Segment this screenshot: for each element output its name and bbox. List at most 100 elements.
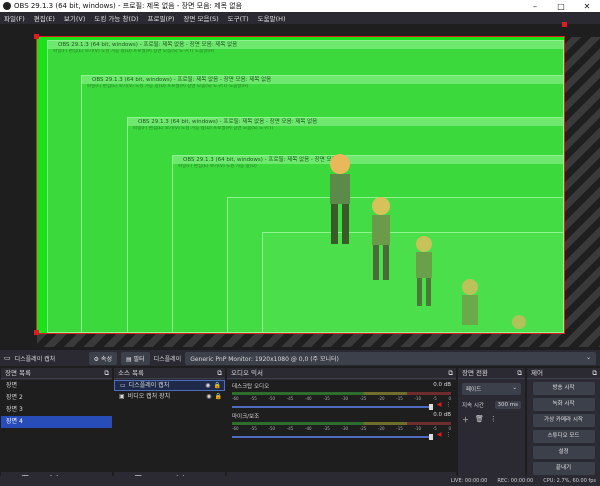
mixer-track: 데스크탑 오디오 0.0 dB -60 -55 -50 -45 -40 -35 -30 -25-… [227,380,456,410]
scenes-header: 장면 목록 [5,369,31,377]
close-button[interactable]: ✕ [574,2,600,11]
start-streaming-button[interactable]: 방송 시작 [532,382,595,395]
dock-undock-icon[interactable]: ⧉ [448,368,453,378]
scene-item[interactable]: 장면 3 [1,404,112,416]
properties-button[interactable]: ⚙ 속성 [88,351,117,365]
controls-dock: 제어 ⧉ 방송 시작 녹화 시작 가상 카메라 시작 스튜디오 모드 설정 끝내기 [526,368,600,486]
lock-icon[interactable]: 🔒 [214,380,224,391]
duration-label: 지속 시간 [462,403,484,409]
dock-undock-icon[interactable]: ⧉ [104,368,109,378]
preview-canvas[interactable]: OBS 29.1.3 (64 bit, windows) - 프로필: 제목 없… [37,37,564,333]
transition-menu-icon[interactable]: ⋮ [490,415,497,425]
track-name: 마이크/보조 [232,414,260,420]
volume-meter [232,422,451,425]
character-figure-2 [372,197,390,280]
scene-item-selected[interactable]: 장면 4 [1,416,112,428]
resize-handle-top-right[interactable] [562,22,567,27]
duration-input[interactable]: 300 ms [494,401,521,409]
dock-undock-icon[interactable]: ⧉ [592,368,597,378]
eye-icon[interactable]: ◉ [205,380,210,391]
start-recording-button[interactable]: 녹화 시작 [532,398,595,411]
dock-undock-icon[interactable]: ⧉ [217,368,222,378]
maximize-button[interactable]: □ [548,2,574,11]
dock-undock-icon[interactable]: ⧉ [517,368,522,378]
speaker-icon[interactable]: ◀ [437,431,442,438]
menu-docks[interactable]: 도킹 가능 창(D) [94,13,138,23]
sources-dock: 소스 목록⧉ ▭ 디스플레이 캡처 ◉ 🔒 ▣ 비디오 캡처 장치 ◉ 🔒 ＋ … [113,368,225,486]
scenes-dock: 장면 목록⧉ 장면 장면 2 장면 3 장면 4 ＋ 🗑 ︿ ﹀ [0,368,112,486]
resize-handle-bottom-left[interactable] [34,330,39,335]
source-item-label: 디스플레이 캡처 [128,382,170,389]
mixer-body: 데스크탑 오디오 0.0 dB -60 -55 -50 -45 -40 -35 -30 -25-… [227,380,456,472]
preview-area[interactable]: OBS 29.1.3 (64 bit, windows) - 프로필: 제목 없… [0,22,600,347]
scene-item[interactable]: 장면 2 [1,392,112,404]
character-figure-1 [330,154,350,244]
track-db: 0.0 dB [433,412,451,418]
rec-status: REC: 00:00:00 [497,478,534,484]
source-item-label: 비디오 캡처 장치 [127,393,171,400]
start-virtual-camera-button[interactable]: 가상 카메라 시작 [532,414,595,427]
transitions-header: 장면 전환 [462,369,488,377]
track-menu-icon[interactable]: ⋮ [446,432,452,438]
studio-mode-button[interactable]: 스튜디오 모드 [532,430,595,443]
scenes-list: 장면 장면 2 장면 3 장면 4 [1,380,112,472]
live-status: LIVE: 00:00:00 [450,478,488,484]
track-menu-icon[interactable]: ⋮ [446,402,452,408]
properties-label: 속성 [100,355,112,363]
selected-source-label: 디스플레이 캡처 [14,355,56,363]
track-db: 0.0 dB [433,382,451,388]
scene-item[interactable]: 장면 [1,380,112,392]
display-label: 디스플레이 [153,355,182,363]
character-figure-3 [416,236,432,306]
menu-profile[interactable]: 프로필(P) [148,13,175,23]
display-select[interactable]: Generic PnP Monitor: 1920x1080 @ 0,0 (주 … [185,351,596,365]
source-item-selected[interactable]: ▭ 디스플레이 캡처 ◉ 🔒 [114,380,225,391]
transition-type: 페이드 [466,387,482,393]
menu-edit[interactable]: 편집(E) [34,13,55,23]
transitions-dock: 장면 전환 ⧉ 페이드 ⌄ 지속 시간 300 ms ＋ 🗑 ⋮ [457,368,525,486]
menu-file[interactable]: 파일(F) [4,13,25,23]
character-figure-5 [512,315,526,329]
settings-button[interactable]: 설정 [532,446,595,459]
remove-transition-icon[interactable]: 🗑 [475,415,484,425]
monitor-icon: ▭ [4,354,11,362]
transition-select[interactable]: 페이드 ⌄ [462,383,521,395]
camera-icon: ▣ [119,393,125,400]
cpu-status: CPU: 2.7%, 60.00 fps [543,478,596,484]
window-titlebar: OBS 29.1.3 (64 bit, windows) - 프로필: 제목 없… [0,0,600,12]
volume-slider[interactable] [232,403,433,410]
menu-tools[interactable]: 도구(T) [228,13,249,23]
chevron-down-icon: ⌄ [585,353,591,361]
minimize-button[interactable]: – [522,2,548,11]
mixer-header: 오디오 믹서 [231,369,263,377]
menu-help[interactable]: 도움말(H) [258,13,286,23]
monitor-icon: ▭ [120,382,126,389]
obs-logo-icon [3,2,11,10]
resize-handle-top-left[interactable] [34,34,39,39]
sources-header: 소스 목록 [118,369,144,377]
mixer-track: 마이크/보조 0.0 dB -60 -55 -50 -45 -40 -35 -30 -25 -20… [227,410,456,440]
volume-slider[interactable] [232,433,433,440]
lock-icon[interactable]: 🔒 [215,391,225,402]
source-item[interactable]: ▣ 비디오 캡처 장치 ◉ 🔒 [114,391,225,402]
controls-header: 제어 [531,369,543,377]
menu-bar: 파일(F) 편집(E) 보기(V) 도킹 가능 창(D) 프로필(P) 장면 모… [0,12,600,24]
display-select-value: Generic PnP Monitor: 1920x1080 @ 0,0 (주 … [190,355,339,363]
sources-list: ▭ 디스플레이 캡처 ◉ 🔒 ▣ 비디오 캡처 장치 ◉ 🔒 [114,380,225,472]
menu-view[interactable]: 보기(V) [64,13,85,23]
add-transition-icon[interactable]: ＋ [462,415,469,425]
eye-icon[interactable]: ◉ [206,391,211,402]
volume-meter [232,392,451,395]
chevron-down-icon: ⌄ [512,385,517,391]
character-figure-4 [462,279,478,325]
window-title: OBS 29.1.3 (64 bit, windows) - 프로필: 제목 없… [14,2,243,10]
source-toolbar: ▭ 디스플레이 캡처 ⚙ 속성 ▤ 필터 디스플레이 Generic PnP M… [0,350,600,366]
menu-scene-collection[interactable]: 장면 모음(S) [183,13,218,23]
audio-mixer-dock: 오디오 믹서 ⧉ 데스크탑 오디오 0.0 dB -60 -55 -50 -45 -40 -3… [226,368,456,486]
exit-button[interactable]: 끝내기 [532,462,595,475]
filters-label: 필터 [133,355,145,363]
filters-button[interactable]: ▤ 필터 [120,351,150,365]
status-bar: LIVE: 00:00:00 REC: 00:00:00 CPU: 2.7%, … [0,476,600,486]
track-name: 데스크탑 오디오 [232,384,270,390]
speaker-icon[interactable]: ◀ [437,401,442,408]
